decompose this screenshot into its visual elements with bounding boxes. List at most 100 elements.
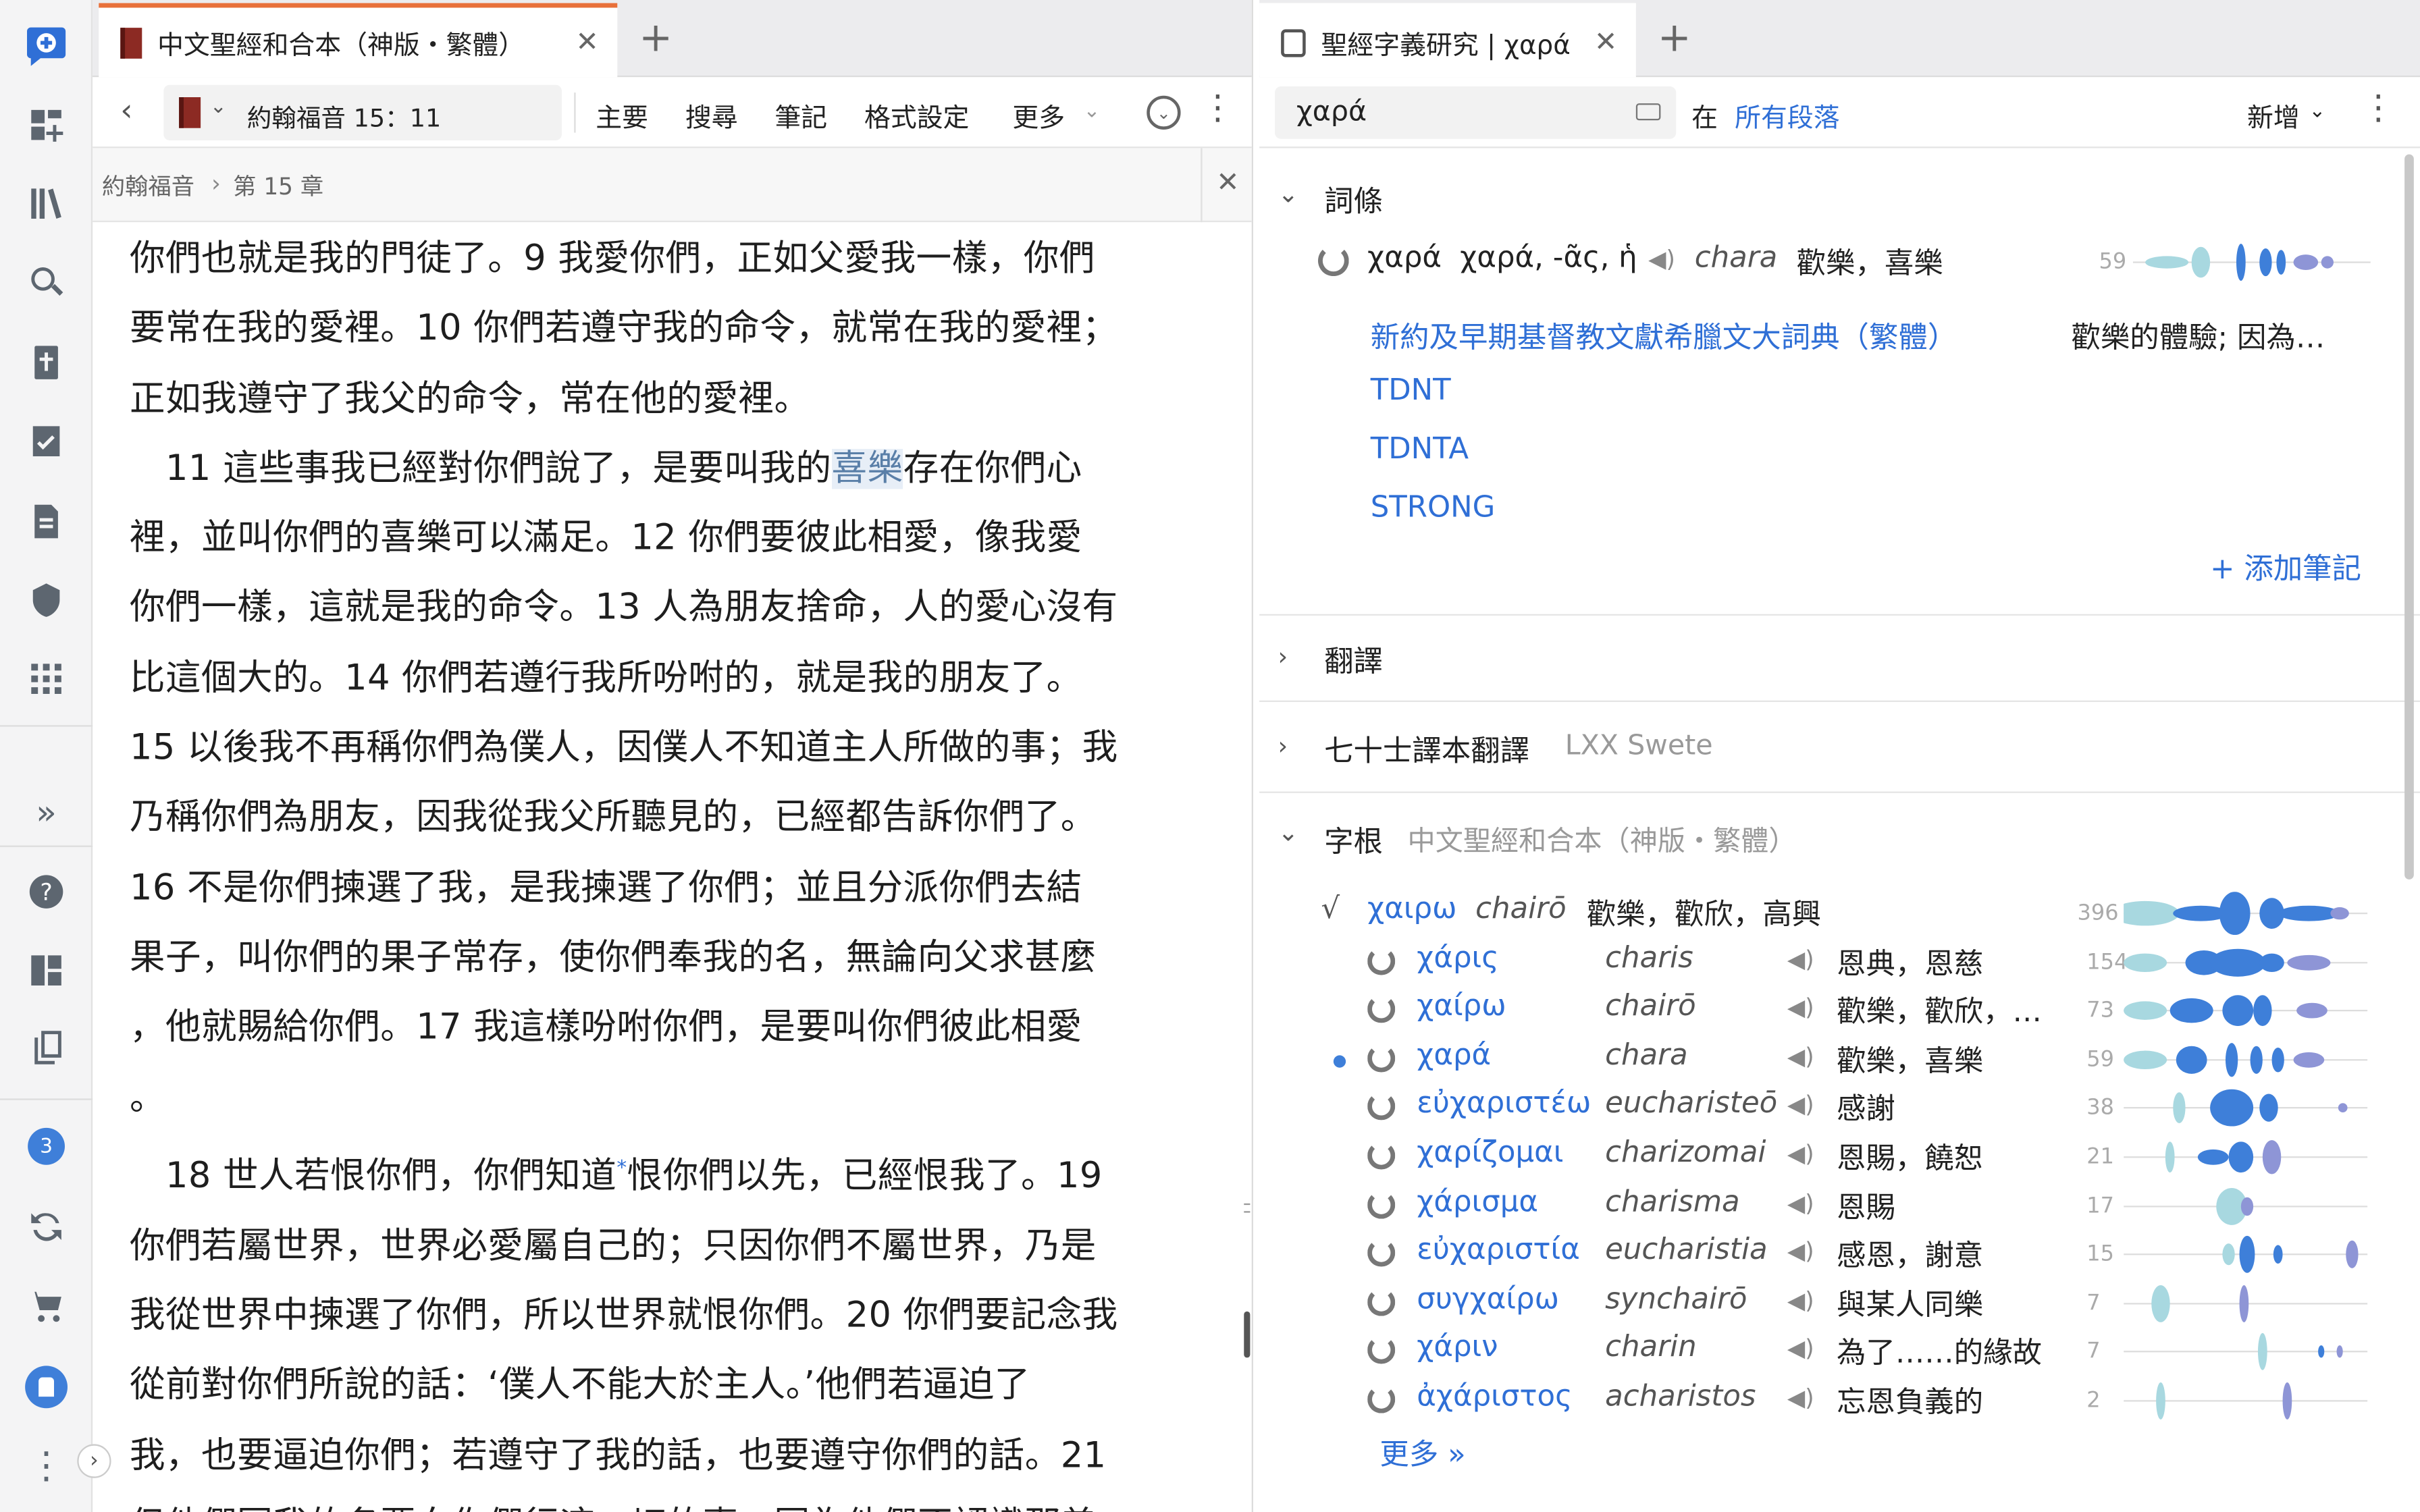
more-vert-icon[interactable]: ⋮	[1201, 90, 1234, 128]
dict-link-tdnta[interactable]: TDNTA	[1371, 432, 1469, 466]
reference-box[interactable]: ⌄ 約翰福音 15：11	[163, 84, 562, 140]
add-button[interactable]: 新增	[2247, 96, 2300, 134]
frequency-graph[interactable]	[2124, 1087, 2368, 1137]
refresh-icon[interactable]	[1367, 1336, 1396, 1365]
speaker-icon[interactable]: ◀)	[1787, 994, 1814, 1021]
close-icon[interactable]: ✕	[1594, 26, 1617, 59]
speaker-icon[interactable]: ◀)	[1648, 245, 1675, 273]
menu-more[interactable]: 更多	[1012, 96, 1065, 134]
word-greek[interactable]: χαρά	[1417, 1038, 1491, 1072]
search-input[interactable]: χαρά	[1296, 96, 1367, 128]
bible-tab[interactable]: 中文聖經和合本（神版・繁體） ✕	[99, 3, 618, 78]
speaker-icon[interactable]: ◀)	[1787, 1091, 1814, 1119]
section-entry[interactable]: 詞條	[1324, 179, 1383, 221]
frequency-graph[interactable]	[2124, 1233, 2368, 1284]
tasks-icon[interactable]	[23, 418, 70, 464]
expand-sidebar-icon[interactable]: »	[23, 790, 70, 836]
refresh-icon[interactable]	[1367, 1093, 1396, 1121]
logos-home-icon[interactable]	[23, 22, 70, 68]
clipboard-clear-icon[interactable]	[23, 1025, 70, 1071]
refresh-icon[interactable]	[1317, 245, 1349, 277]
refresh-icon[interactable]	[1367, 1141, 1396, 1170]
word-greek[interactable]: χάρισμα	[1417, 1184, 1538, 1218]
back-icon[interactable]: ‹	[120, 91, 132, 128]
speaker-icon[interactable]: ◀)	[1787, 1140, 1814, 1168]
refresh-icon[interactable]	[1367, 1239, 1396, 1267]
search-icon[interactable]	[23, 259, 70, 306]
speaker-icon[interactable]: ◀)	[1787, 1384, 1814, 1411]
menu-main[interactable]: 主要	[596, 96, 648, 134]
frequency-graph[interactable]	[2124, 940, 2368, 991]
word-greek[interactable]: χαίρω	[1417, 990, 1506, 1023]
library-icon[interactable]	[23, 180, 70, 227]
frequency-graph[interactable]	[2124, 990, 2368, 1040]
refresh-icon[interactable]	[1367, 1385, 1396, 1413]
chevron-right-icon[interactable]: ›	[1278, 731, 1288, 760]
dict-link-tdnt[interactable]: TDNT	[1371, 373, 1451, 407]
refresh-icon[interactable]	[1367, 995, 1396, 1023]
layouts-icon[interactable]	[23, 947, 70, 994]
related-word-row[interactable]: χάρισμα charisma ◀) 恩賜 17	[1259, 1184, 2420, 1232]
bible-icon[interactable]	[23, 340, 70, 386]
breadcrumb-book[interactable]: 約翰福音	[102, 169, 194, 202]
add-tab-icon[interactable]: +	[1658, 16, 1691, 62]
notifications-badge[interactable]: 3	[23, 1123, 70, 1170]
chevron-down-icon[interactable]: ⌄	[1278, 179, 1299, 208]
account-icon[interactable]	[23, 1364, 70, 1411]
search-field[interactable]: χαρά	[1274, 86, 1677, 139]
refresh-icon[interactable]	[1367, 946, 1396, 975]
related-word-row[interactable]: ἀχάριστος acharistos ◀) 忘恩負義的 2	[1259, 1379, 2420, 1427]
word-greek[interactable]: συγχαίρω	[1417, 1282, 1559, 1316]
frequency-graph[interactable]	[2111, 892, 2368, 942]
breadcrumb-chapter[interactable]: 第 15 章	[233, 169, 323, 202]
related-word-row[interactable]: εὐχαριστία eucharistia ◀) 感恩，謝意 15	[1259, 1233, 2420, 1281]
related-word-row[interactable]: χαίρω chairō ◀) 歡樂，歡欣，… 73	[1259, 990, 2420, 1037]
refresh-icon[interactable]	[1367, 1190, 1396, 1218]
keyboard-icon[interactable]	[1635, 103, 1661, 121]
close-icon[interactable]: ✕	[575, 26, 598, 59]
shield-icon[interactable]	[23, 577, 70, 624]
document-icon[interactable]	[23, 498, 70, 545]
related-word-row[interactable]: συγχαίρω synchairō ◀) 與某人同樂 7	[1259, 1282, 2420, 1330]
speaker-icon[interactable]: ◀)	[1787, 1287, 1814, 1314]
help-icon[interactable]: ?	[23, 869, 70, 915]
section-translation[interactable]: 翻譯	[1324, 639, 1383, 680]
speaker-icon[interactable]: ◀)	[1787, 1238, 1814, 1266]
more-link[interactable]: 更多 »	[1379, 1432, 1465, 1474]
related-word-row[interactable]: χαρίζομαι charizomai ◀) 恩賜，饒恕 21	[1259, 1135, 2420, 1183]
speaker-icon[interactable]: ◀)	[1787, 1335, 1814, 1363]
sync-icon[interactable]	[23, 1204, 70, 1250]
speaker-icon[interactable]: ◀)	[1787, 1043, 1814, 1071]
footnote-marker[interactable]: *	[616, 1157, 627, 1180]
dashboard-add-icon[interactable]	[23, 102, 70, 148]
speaker-icon[interactable]: ◀)	[1787, 1189, 1814, 1216]
close-icon[interactable]: ✕	[1216, 167, 1239, 199]
more-vert-icon[interactable]: ⋮	[23, 1442, 70, 1489]
frequency-graph[interactable]	[2124, 1330, 2368, 1381]
related-word-row[interactable]: 396	[1259, 892, 2420, 940]
apps-grid-icon[interactable]	[23, 655, 70, 702]
frequency-graph[interactable]	[2124, 1135, 2368, 1186]
scrollbar[interactable]	[2404, 154, 2414, 880]
related-word-row[interactable]: χαρά chara ◀) 歡樂，喜樂 59	[1259, 1038, 2420, 1086]
frequency-graph[interactable]	[2124, 1282, 2368, 1332]
related-word-row[interactable]: χάριν charin ◀) 為了……的緣故 7	[1259, 1330, 2420, 1378]
menu-notes[interactable]: 筆記	[774, 96, 827, 134]
dict-link-bdag[interactable]: 新約及早期基督教文獻希臘文大詞典（繁體）	[1371, 315, 1957, 356]
highlighted-word[interactable]: 喜樂	[831, 448, 903, 489]
add-tab-icon[interactable]: +	[639, 16, 673, 62]
more-vert-icon[interactable]: ⋮	[2361, 90, 2395, 128]
check-circle-icon[interactable]: ⌄	[1147, 95, 1181, 130]
menu-format[interactable]: 格式設定	[864, 96, 969, 134]
word-greek[interactable]: χαρίζομαι	[1417, 1135, 1563, 1169]
refresh-icon[interactable]	[1367, 1288, 1396, 1316]
word-greek[interactable]: εὐχαριστία	[1417, 1233, 1580, 1267]
word-greek[interactable]: εὐχαριστέω	[1417, 1087, 1591, 1120]
frequency-graph[interactable]	[2132, 241, 2371, 284]
chevron-down-icon[interactable]: ⌄	[1278, 817, 1299, 846]
word-greek[interactable]: ἀχάριστος	[1417, 1379, 1572, 1413]
refresh-icon[interactable]	[1367, 1044, 1396, 1073]
scope-selector[interactable]: 所有段落	[1735, 96, 1839, 134]
related-word-row[interactable]: χάρις charis ◀) 恩典，恩慈 154	[1259, 940, 2420, 988]
word-greek[interactable]: χάριν	[1417, 1330, 1498, 1364]
